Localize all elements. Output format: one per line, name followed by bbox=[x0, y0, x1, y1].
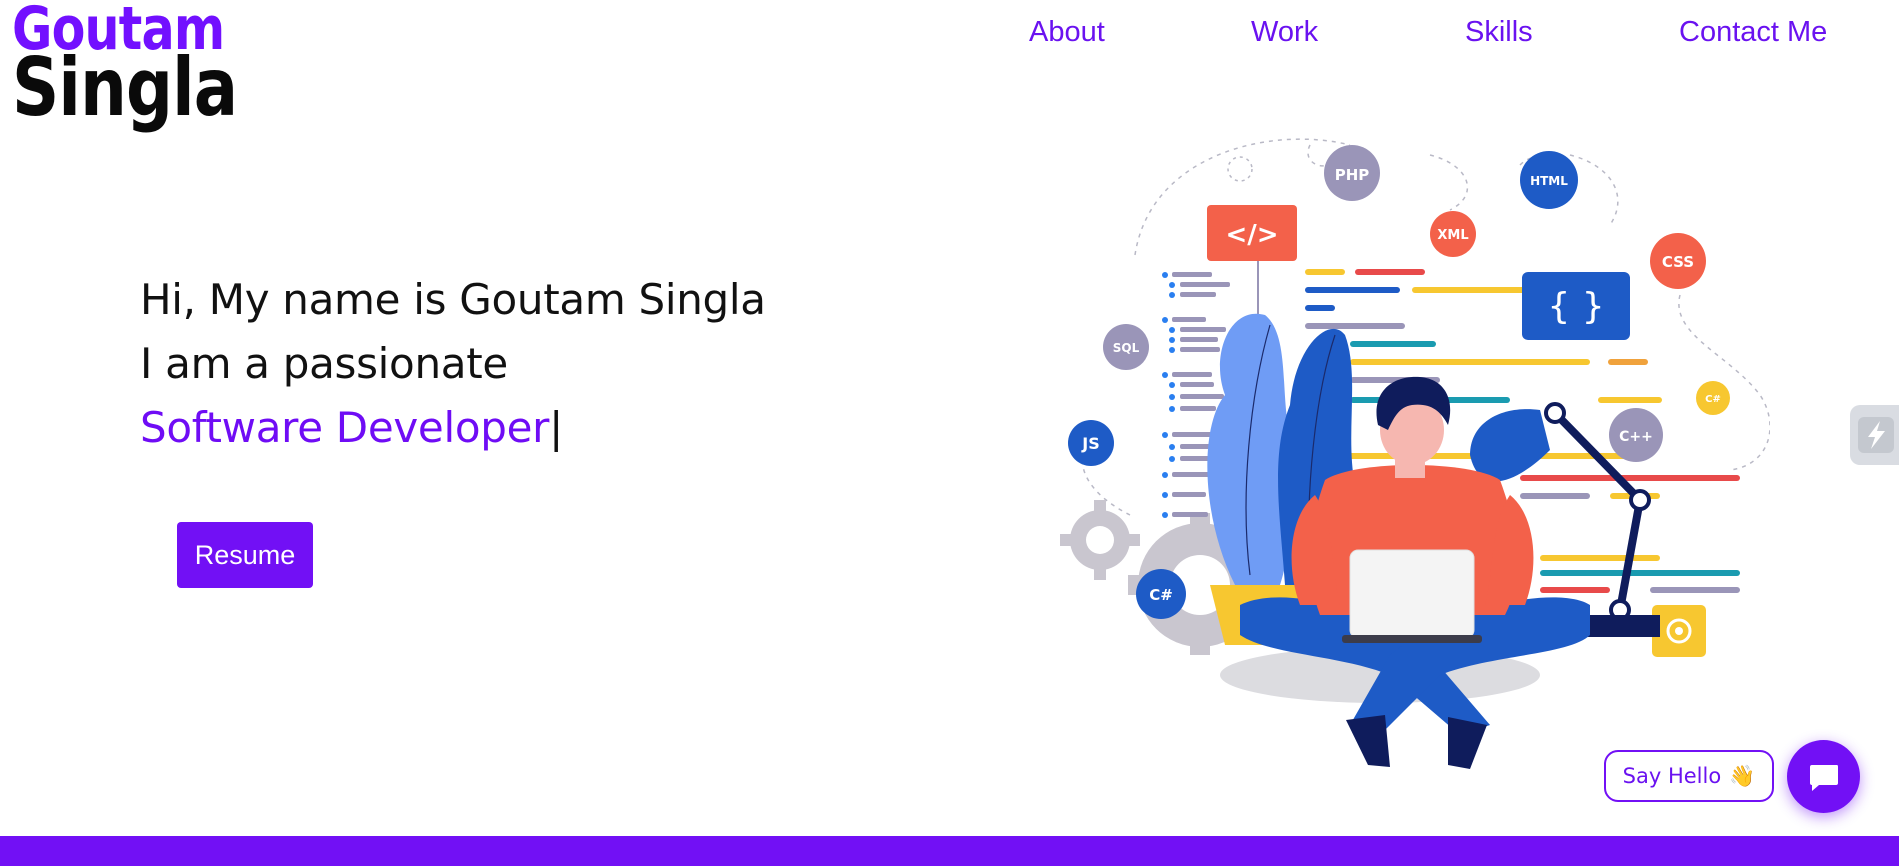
csharp-small-badge: C# bbox=[1696, 381, 1730, 415]
hero-role-line: Software Developer| bbox=[140, 396, 766, 460]
svg-text:</>: </> bbox=[1225, 220, 1278, 250]
svg-text:C#: C# bbox=[1705, 394, 1721, 405]
side-widget-tab[interactable] bbox=[1850, 405, 1899, 465]
svg-text:XML: XML bbox=[1437, 228, 1468, 243]
hero-role: Software Developer bbox=[140, 403, 550, 452]
say-hello-label: Say Hello bbox=[1622, 764, 1722, 788]
main-nav: About Work Skills Contact Me bbox=[0, 16, 1899, 56]
php-badge: PHP bbox=[1324, 145, 1380, 201]
chat-launcher-button[interactable] bbox=[1787, 740, 1860, 813]
svg-text:HTML: HTML bbox=[1530, 174, 1568, 188]
hero-subline: I am a passionate bbox=[140, 339, 508, 388]
svg-text:CSS: CSS bbox=[1662, 253, 1694, 271]
developer-illustration: </> { } PHP HTML XML CSS SQL JS C# C# C+… bbox=[1060, 138, 1770, 769]
typing-caret: | bbox=[549, 403, 563, 452]
logo-last-name: Singla bbox=[12, 41, 238, 134]
lightning-icon bbox=[1858, 417, 1894, 453]
js-badge: JS bbox=[1068, 420, 1114, 466]
chat-bubble-icon bbox=[1809, 764, 1838, 791]
svg-text:C++: C++ bbox=[1619, 429, 1653, 445]
svg-text:SQL: SQL bbox=[1113, 341, 1140, 355]
cpp-badge: C++ bbox=[1609, 408, 1663, 462]
hero-greeting: Hi, My name is Goutam Singla bbox=[140, 275, 766, 324]
css-badge: CSS bbox=[1650, 233, 1706, 289]
svg-text:C#: C# bbox=[1149, 586, 1173, 604]
nav-link-about[interactable]: About bbox=[1029, 16, 1105, 49]
svg-text:{ }: { } bbox=[1547, 286, 1604, 327]
wave-icon: 👋 bbox=[1729, 763, 1756, 788]
nav-link-contact[interactable]: Contact Me bbox=[1679, 16, 1827, 49]
sql-badge: SQL bbox=[1103, 324, 1149, 370]
nav-link-work[interactable]: Work bbox=[1251, 16, 1318, 49]
csharp-badge: C# bbox=[1136, 569, 1186, 619]
svg-text:PHP: PHP bbox=[1335, 166, 1370, 184]
settings-icon bbox=[1652, 605, 1706, 657]
nav-link-skills[interactable]: Skills bbox=[1465, 16, 1533, 49]
xml-badge: XML bbox=[1430, 211, 1476, 257]
resume-button[interactable]: Resume bbox=[177, 522, 313, 588]
svg-text:JS: JS bbox=[1081, 434, 1099, 453]
code-tag-icon: </> bbox=[1207, 205, 1297, 315]
html-badge: HTML bbox=[1520, 151, 1578, 209]
braces-icon: { } bbox=[1522, 272, 1630, 340]
footer-bar bbox=[0, 836, 1899, 866]
say-hello-button[interactable]: Say Hello 👋 bbox=[1604, 750, 1774, 802]
hero-intro: Hi, My name is Goutam Singla I am a pass… bbox=[140, 268, 766, 460]
